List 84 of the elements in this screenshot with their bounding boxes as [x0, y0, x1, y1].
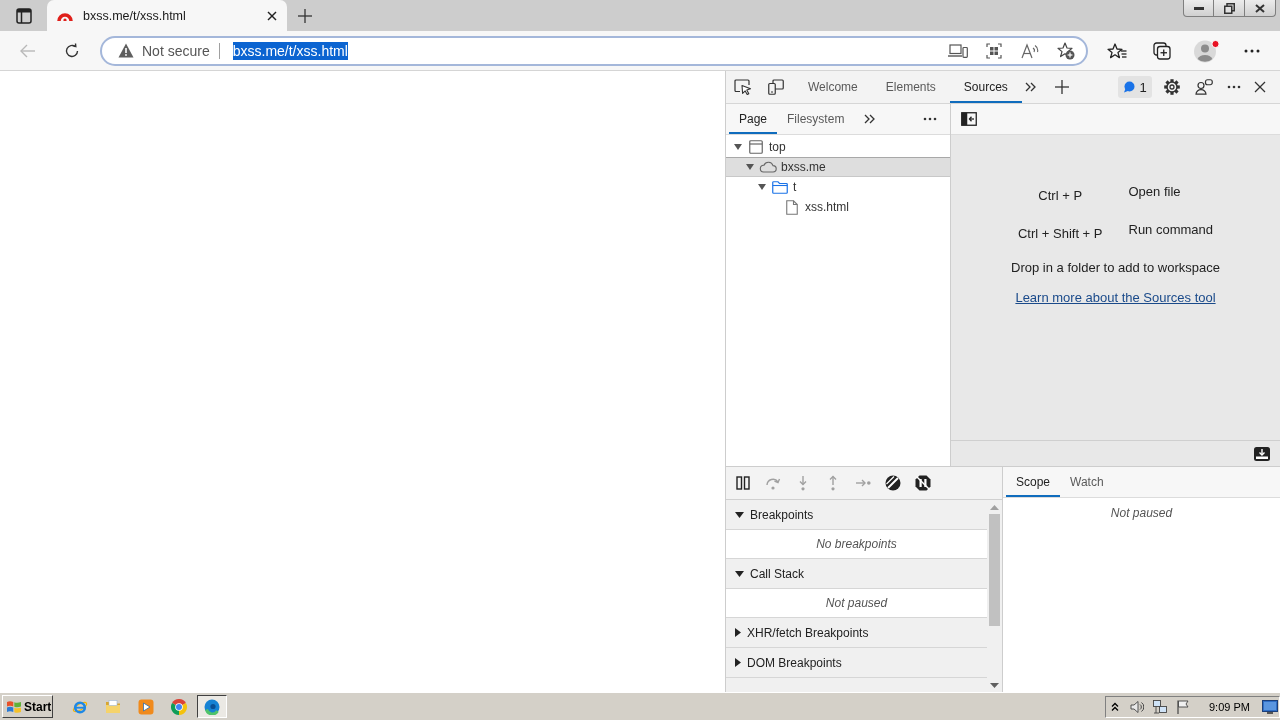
minimize-button[interactable]	[1183, 0, 1214, 17]
chevron-double-right-icon[interactable]	[1025, 82, 1037, 92]
shortcut-action: Run command	[1128, 222, 1214, 239]
folder-icon	[772, 180, 788, 194]
profile-avatar-icon[interactable]	[1193, 38, 1220, 63]
read-aloud-icon[interactable]	[1021, 42, 1039, 59]
media-player-icon	[138, 698, 154, 715]
window-frame-icon	[749, 140, 763, 154]
show-desktop-icon[interactable]	[1262, 699, 1278, 714]
pause-on-exceptions-icon[interactable]	[915, 475, 931, 491]
plus-icon[interactable]	[1054, 80, 1069, 94]
apps-grid-icon[interactable]	[986, 42, 1002, 59]
drop-hint-text: Drop in a folder to add to workspace	[1011, 260, 1220, 275]
favorites-icon[interactable]	[1106, 42, 1127, 59]
tree-item[interactable]: bxss.me	[726, 157, 950, 177]
scrollbar-thumb[interactable]	[989, 514, 1000, 626]
file-explorer-icon	[105, 698, 121, 715]
learn-more-link[interactable]: Learn more about the Sources tool	[1015, 290, 1216, 305]
issues-button[interactable]: 1	[1118, 76, 1152, 98]
device-icon[interactable]	[948, 43, 968, 58]
close-icon	[1255, 3, 1265, 13]
taskbar-app-button[interactable]	[197, 695, 227, 718]
deactivate-breakpoints-icon[interactable]	[885, 475, 901, 491]
security-label[interactable]: Not secure	[142, 42, 210, 59]
tree-item[interactable]: top	[726, 137, 950, 157]
caret-down-icon[interactable]	[746, 164, 754, 170]
url-text[interactable]: bxss.me/t/xss.html	[232, 41, 348, 60]
internet-explorer-icon	[72, 698, 88, 715]
dock-to-bottom-icon[interactable]	[1254, 446, 1270, 461]
chevron-double-right-icon[interactable]	[863, 114, 875, 124]
start-button[interactable]: Start	[2, 695, 53, 718]
collections-icon[interactable]	[1152, 41, 1171, 60]
file-icon	[786, 199, 798, 215]
flag-icon[interactable]	[1177, 699, 1189, 714]
warning-icon[interactable]	[118, 43, 134, 58]
navigator-tab[interactable]: Page	[729, 104, 778, 134]
devtools-tab[interactable]: Elements	[871, 71, 950, 103]
network-icon[interactable]	[1153, 699, 1167, 714]
caret-down-icon[interactable]	[758, 184, 766, 190]
empty-message: Not paused	[726, 589, 987, 618]
sidebar-tab[interactable]: Scope	[1006, 467, 1061, 497]
chat-bubble-icon	[1123, 81, 1136, 93]
navigator-tab[interactable]: Filesystem	[777, 104, 855, 134]
inspect-icon[interactable]	[734, 79, 752, 95]
toggle-sidebar-icon[interactable]	[961, 112, 977, 126]
minimize-icon	[1193, 6, 1204, 10]
chrome-icon	[171, 698, 187, 715]
more-icon[interactable]	[923, 117, 937, 121]
chevron-up-icon[interactable]	[1111, 701, 1119, 712]
address-bar[interactable]: Not secure bxss.me/t/xss.html	[100, 35, 1088, 66]
restore-button[interactable]	[1214, 0, 1245, 17]
site-icon	[57, 10, 73, 21]
refresh-icon[interactable]	[64, 42, 80, 59]
close-icon[interactable]	[267, 10, 277, 21]
caret-down-icon[interactable]	[734, 144, 742, 150]
close-window-button[interactable]	[1245, 0, 1276, 17]
shortcut-keys: Ctrl + P	[1017, 184, 1103, 203]
edge-icon	[204, 698, 220, 715]
devtools-tab[interactable]: Welcome	[794, 71, 872, 103]
device-toolbar-icon[interactable]	[768, 79, 784, 95]
scroll-down-icon[interactable]	[990, 683, 999, 688]
tree-item[interactable]: t	[726, 177, 950, 197]
settings-icon[interactable]	[1164, 79, 1180, 95]
clock[interactable]: 9:09 PM	[1209, 700, 1250, 713]
pause-icon[interactable]	[736, 476, 750, 490]
scrollbar[interactable]	[987, 500, 1002, 692]
speaker-icon[interactable]	[1130, 699, 1144, 714]
tab-actions-icon[interactable]	[15, 7, 32, 24]
restore-icon	[1223, 2, 1235, 14]
windows-flag-icon	[6, 699, 22, 714]
star-plus-icon[interactable]	[1057, 41, 1075, 60]
feedback-icon[interactable]	[1195, 79, 1213, 95]
more-icon[interactable]	[1243, 48, 1260, 53]
plus-icon[interactable]	[298, 8, 312, 23]
shortcut-keys: Ctrl + Shift + P	[1017, 222, 1103, 241]
sidebar-tab[interactable]: Watch	[1060, 467, 1114, 497]
browser-tab[interactable]: bxss.me/t/xss.html	[47, 0, 287, 31]
empty-message: No breakpoints	[726, 530, 987, 559]
shortcut-action: Open file	[1128, 184, 1182, 201]
close-icon[interactable]	[1254, 81, 1266, 93]
cloud-icon	[759, 161, 777, 173]
more-icon[interactable]	[1227, 85, 1241, 89]
tree-item[interactable]: xss.html	[726, 197, 950, 217]
empty-message: Not paused	[1110, 506, 1173, 520]
